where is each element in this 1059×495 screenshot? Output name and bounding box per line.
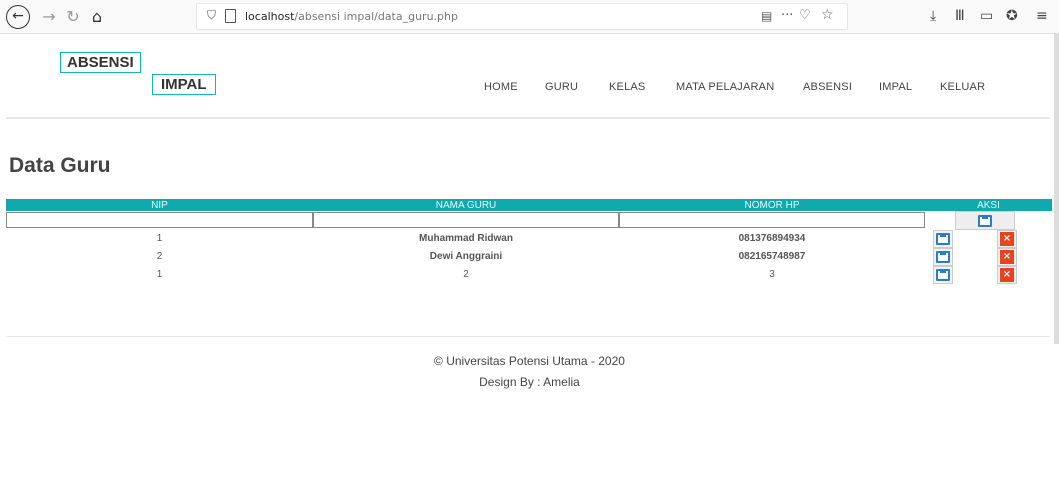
save-icon [936, 233, 950, 245]
menu-impal[interactable]: IMPAL [879, 81, 912, 93]
cell-nomor-hp: 081376894934 [738, 232, 806, 244]
reload-icon[interactable]: ↻ [62, 6, 84, 28]
footer-copyright: © Universitas Potensi Utama - 2020 [434, 354, 625, 368]
cell-nomor-hp: 3 [769, 268, 775, 280]
nama-guru-input[interactable] [313, 212, 619, 228]
delete-icon: × [1000, 250, 1014, 264]
aksi-input-cell [925, 211, 1052, 230]
extension-icon[interactable]: ✪ [1006, 8, 1018, 24]
edit-button[interactable] [933, 266, 953, 284]
menu-kelas[interactable]: KELAS [609, 81, 645, 93]
edit-button[interactable] [933, 248, 953, 266]
save-button[interactable] [955, 211, 1015, 230]
menu-keluar[interactable]: KELUAR [940, 81, 985, 93]
cell-nama-guru: 2 [463, 268, 469, 280]
cell-aksi: × [925, 265, 1052, 284]
address-bar[interactable]: ⛉ localhost/absensi impal/data_guru.php … [196, 3, 848, 30]
cell-nama-guru: Muhammad Ridwan [419, 232, 513, 244]
home-icon[interactable]: ⌂ [86, 6, 108, 28]
cell-nip: 2 [156, 250, 163, 262]
downloads-icon[interactable]: ⤓ [930, 8, 936, 24]
save-icon [978, 214, 992, 227]
hp-input-cell [619, 211, 925, 229]
menu-absensi[interactable]: ABSENSI [803, 81, 852, 93]
menu-home[interactable]: HOME [484, 81, 518, 93]
main-menu: HOME GURU KELAS MATA PELAJARAN ABSENSI I… [0, 81, 1059, 97]
tracking-shield-icon[interactable]: ⛉ [207, 8, 216, 23]
guru-table: NIP NAMA GURU NOMOR HP AKSI 1 Muhammad R… [6, 199, 1052, 284]
cell-nama-guru: Dewi Anggraini [429, 250, 503, 262]
sidebar-icon[interactable]: ▭ [980, 8, 993, 24]
url-host: localhost [245, 10, 295, 23]
menu-guru[interactable]: GURU [545, 81, 578, 93]
table-row: 1 Muhammad Ridwan 081376894934 × [6, 229, 1052, 248]
nomor-hp-input[interactable] [619, 212, 925, 228]
logo-absensi[interactable]: ABSENSI [60, 52, 141, 73]
delete-button[interactable]: × [997, 266, 1017, 284]
page-scrollbar[interactable] [1054, 34, 1059, 344]
column-header-aksi: AKSI [925, 199, 1052, 211]
menu-mata-pelajaran[interactable]: MATA PELAJARAN [676, 81, 774, 93]
save-icon [936, 251, 950, 263]
delete-icon: × [1000, 268, 1014, 282]
menu-icon[interactable]: ≡ [1036, 8, 1048, 24]
nip-input[interactable] [6, 212, 313, 228]
table-row: 1 2 3 × [6, 265, 1052, 284]
pocket-icon[interactable]: ♡ [799, 8, 811, 23]
cell-aksi: × [925, 247, 1052, 266]
page-title: Data Guru [9, 154, 111, 177]
library-icon[interactable]: Ⅲ [955, 8, 965, 24]
column-header-nomor-hp: NOMOR HP [619, 199, 925, 211]
back-icon[interactable]: ← [6, 5, 30, 29]
cell-nomor-hp: 082165748987 [738, 250, 806, 262]
delete-button[interactable]: × [997, 230, 1017, 248]
reader-view-icon[interactable]: ▤ [761, 9, 772, 23]
forward-icon[interactable]: → [38, 6, 60, 28]
table-header-row: NIP NAMA GURU NOMOR HP AKSI [6, 199, 1052, 211]
cell-aksi: × [925, 229, 1052, 248]
url-path: /absensi impal/data_guru.php [294, 10, 458, 23]
cell-nip: 1 [156, 268, 163, 280]
delete-button[interactable]: × [997, 248, 1017, 266]
bookmark-star-icon[interactable]: ☆ [821, 7, 834, 23]
nip-input-cell [6, 211, 313, 229]
table-row: 2 Dewi Anggraini 082165748987 × [6, 247, 1052, 266]
column-header-nip: NIP [6, 199, 313, 211]
cell-nip: 1 [156, 232, 163, 244]
browser-toolbar: ← → ↻ ⌂ ⛉ localhost/absensi impal/data_g… [0, 0, 1059, 34]
save-icon [936, 269, 950, 281]
nama-input-cell [313, 211, 619, 229]
header-divider [6, 117, 1050, 119]
edit-button[interactable] [933, 230, 953, 248]
footer-design: Design By : Amelia [479, 375, 580, 389]
delete-icon: × [1000, 232, 1014, 246]
input-row [6, 211, 1052, 230]
column-header-nama-guru: NAMA GURU [313, 199, 619, 211]
url-text[interactable]: localhost/absensi impal/data_guru.php [245, 10, 458, 23]
footer-divider [6, 336, 1050, 337]
page-info-icon[interactable] [225, 9, 236, 23]
page-actions-icon[interactable]: ··· [781, 8, 793, 23]
